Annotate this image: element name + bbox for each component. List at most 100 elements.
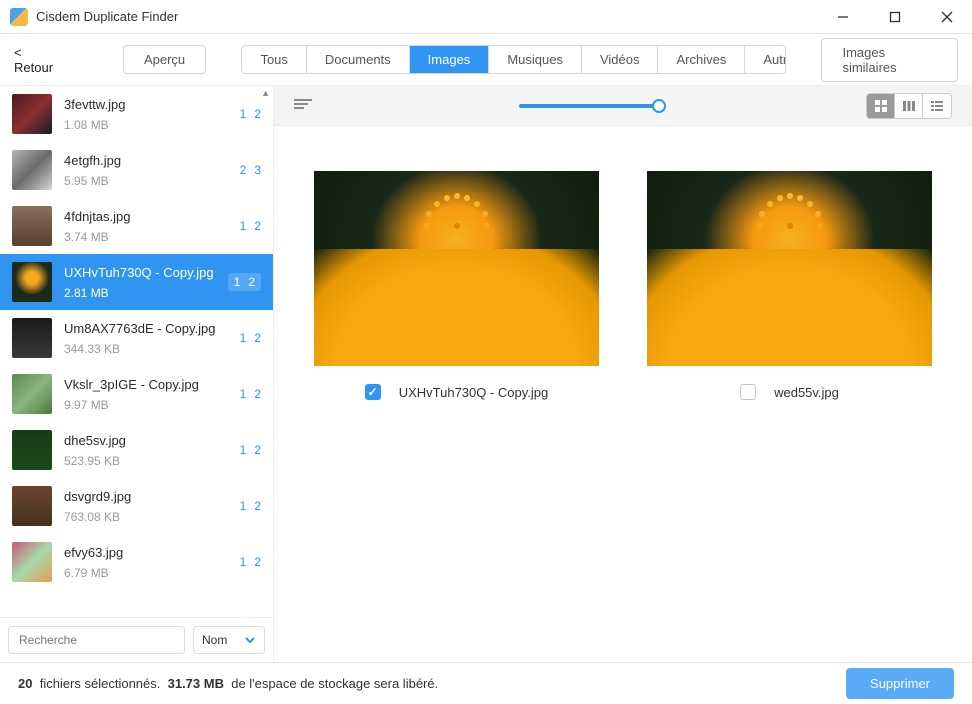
badge-total: 2 bbox=[254, 499, 261, 513]
item-size: 3.74 MB bbox=[64, 230, 240, 244]
tab-musiques[interactable]: Musiques bbox=[489, 46, 582, 73]
duplicate-badges: 12 bbox=[240, 555, 261, 569]
footer: 20 fichiers sélectionnés. 31.73 MB de l'… bbox=[0, 662, 972, 704]
thumbnail bbox=[12, 262, 52, 302]
back-button[interactable]: < Retour bbox=[14, 45, 61, 75]
list-item[interactable]: UXHvTuh730Q - Copy.jpg 2.81 MB 12 bbox=[0, 254, 273, 310]
file-list[interactable]: 3fevttw.jpg1.08 MB124etgfh.jpg5.95 MB234… bbox=[0, 86, 273, 617]
badge-total: 2 bbox=[254, 555, 261, 569]
list-item[interactable]: 3fevttw.jpg 1.08 MB12 bbox=[0, 86, 273, 142]
list-item[interactable]: efvy63.jpg 6.79 MB12 bbox=[0, 534, 273, 590]
sidebar-footer: Nom bbox=[0, 617, 273, 662]
preview-card-row: UXHvTuh730Q - Copy.jpg bbox=[365, 384, 549, 400]
tab-archives[interactable]: Archives bbox=[658, 46, 745, 73]
similar-images-button[interactable]: Images similaires bbox=[821, 38, 958, 82]
preview-card-row: wed55v.jpg bbox=[740, 384, 839, 400]
close-button[interactable] bbox=[932, 3, 962, 31]
maximize-button[interactable] bbox=[880, 3, 910, 31]
badge-total: 3 bbox=[254, 163, 261, 177]
list-item[interactable]: dhe5sv.jpg 523.95 KB12 bbox=[0, 422, 273, 478]
item-name: efvy63.jpg bbox=[64, 545, 240, 560]
list-item[interactable]: dsvgrd9.jpg 763.08 KB12 bbox=[0, 478, 273, 534]
preview-toggle-button[interactable]: Aperçu bbox=[123, 45, 206, 74]
duplicate-badges: 12 bbox=[240, 107, 261, 121]
item-name: 3fevttw.jpg bbox=[64, 97, 240, 112]
item-size: 523.95 KB bbox=[64, 454, 240, 468]
tab-autres[interactable]: Autres bbox=[745, 46, 786, 73]
item-info: Um8AX7763dE - Copy.jpg 344.33 KB bbox=[64, 321, 240, 356]
search-input[interactable] bbox=[8, 626, 185, 654]
chevron-down-icon bbox=[244, 634, 256, 646]
zoom-slider-fill bbox=[519, 104, 659, 108]
item-size: 1.08 MB bbox=[64, 118, 240, 132]
delete-button[interactable]: Supprimer bbox=[846, 668, 954, 699]
badge-selected: 1 bbox=[240, 331, 247, 345]
preview-filename: wed55v.jpg bbox=[774, 385, 839, 400]
item-size: 2.81 MB bbox=[64, 286, 228, 300]
item-size: 9.97 MB bbox=[64, 398, 240, 412]
badge-selected: 1 bbox=[240, 219, 247, 233]
list-item[interactable]: Vkslr_3pIGE - Copy.jpg9.97 MB12 bbox=[0, 366, 273, 422]
thumbnail bbox=[12, 374, 52, 414]
sort-icon[interactable] bbox=[294, 99, 312, 113]
item-name: 4fdnjtas.jpg bbox=[64, 209, 240, 224]
badge-total: 2 bbox=[254, 387, 261, 401]
tab-documents[interactable]: Documents bbox=[307, 46, 410, 73]
badge-total: 2 bbox=[254, 107, 261, 121]
badge-selected: 1 bbox=[240, 443, 247, 457]
view-mode-tabs bbox=[866, 93, 952, 119]
item-name: dhe5sv.jpg bbox=[64, 433, 240, 448]
thumbnail bbox=[12, 94, 52, 134]
badge-total: 2 bbox=[254, 331, 261, 345]
badge-selected: 1 bbox=[240, 387, 247, 401]
item-size: 6.79 MB bbox=[64, 566, 240, 580]
duplicate-badges: 23 bbox=[240, 163, 261, 177]
list-item[interactable]: Um8AX7763dE - Copy.jpg 344.33 KB12 bbox=[0, 310, 273, 366]
item-size: 344.33 KB bbox=[64, 342, 240, 356]
view-columns-button[interactable] bbox=[895, 94, 923, 118]
item-info: 4etgfh.jpg 5.95 MB bbox=[64, 153, 240, 188]
minimize-button[interactable] bbox=[828, 3, 858, 31]
view-list-button[interactable] bbox=[923, 94, 951, 118]
select-checkbox[interactable] bbox=[740, 384, 756, 400]
thumbnail bbox=[12, 318, 52, 358]
zoom-slider[interactable] bbox=[519, 104, 659, 108]
badge-selected: 2 bbox=[240, 163, 247, 177]
thumbnail bbox=[12, 542, 52, 582]
badge-selected: 1 bbox=[240, 107, 247, 121]
tab-vidéos[interactable]: Vidéos bbox=[582, 46, 659, 73]
badge-total: 2 bbox=[248, 275, 255, 289]
tab-tous[interactable]: Tous bbox=[242, 46, 306, 73]
duplicate-badges: 12 bbox=[240, 443, 261, 457]
item-name: dsvgrd9.jpg bbox=[64, 489, 240, 504]
item-size: 5.95 MB bbox=[64, 174, 240, 188]
thumbnail bbox=[12, 150, 52, 190]
item-info: dhe5sv.jpg 523.95 KB bbox=[64, 433, 240, 468]
preview-card: wed55v.jpg bbox=[647, 171, 932, 400]
badge-selected: 1 bbox=[234, 275, 241, 289]
duplicate-badges: 12 bbox=[240, 387, 261, 401]
item-name: UXHvTuh730Q - Copy.jpg bbox=[64, 265, 228, 280]
list-item[interactable]: 4etgfh.jpg 5.95 MB23 bbox=[0, 142, 273, 198]
badge-total: 2 bbox=[254, 443, 261, 457]
duplicate-badges: 12 bbox=[240, 499, 261, 513]
preview-image[interactable] bbox=[314, 171, 599, 366]
duplicate-badges: 12 bbox=[240, 331, 261, 345]
preview-image[interactable] bbox=[647, 171, 932, 366]
sort-select[interactable]: Nom bbox=[193, 626, 265, 654]
item-size: 763.08 KB bbox=[64, 510, 240, 524]
zoom-slider-thumb[interactable] bbox=[652, 99, 666, 113]
category-tabs: TousDocumentsImagesMusiquesVidéosArchive… bbox=[241, 45, 786, 74]
list-item[interactable]: 4fdnjtas.jpg3.74 MB12 bbox=[0, 198, 273, 254]
tab-images[interactable]: Images bbox=[410, 46, 490, 73]
view-grid-button[interactable] bbox=[867, 94, 895, 118]
sort-select-label: Nom bbox=[202, 633, 227, 647]
select-checkbox[interactable] bbox=[365, 384, 381, 400]
main: ▲ 3fevttw.jpg1.08 MB124etgfh.jpg5.95 MB2… bbox=[0, 86, 972, 662]
item-info: 3fevttw.jpg 1.08 MB bbox=[64, 97, 240, 132]
toolbar: < Retour Aperçu TousDocumentsImagesMusiq… bbox=[0, 34, 972, 86]
item-name: 4etgfh.jpg bbox=[64, 153, 240, 168]
preview-grid: UXHvTuh730Q - Copy.jpg wed55v.jpg bbox=[274, 126, 972, 662]
item-name: Um8AX7763dE - Copy.jpg bbox=[64, 321, 240, 336]
badge-selected: 1 bbox=[240, 555, 247, 569]
